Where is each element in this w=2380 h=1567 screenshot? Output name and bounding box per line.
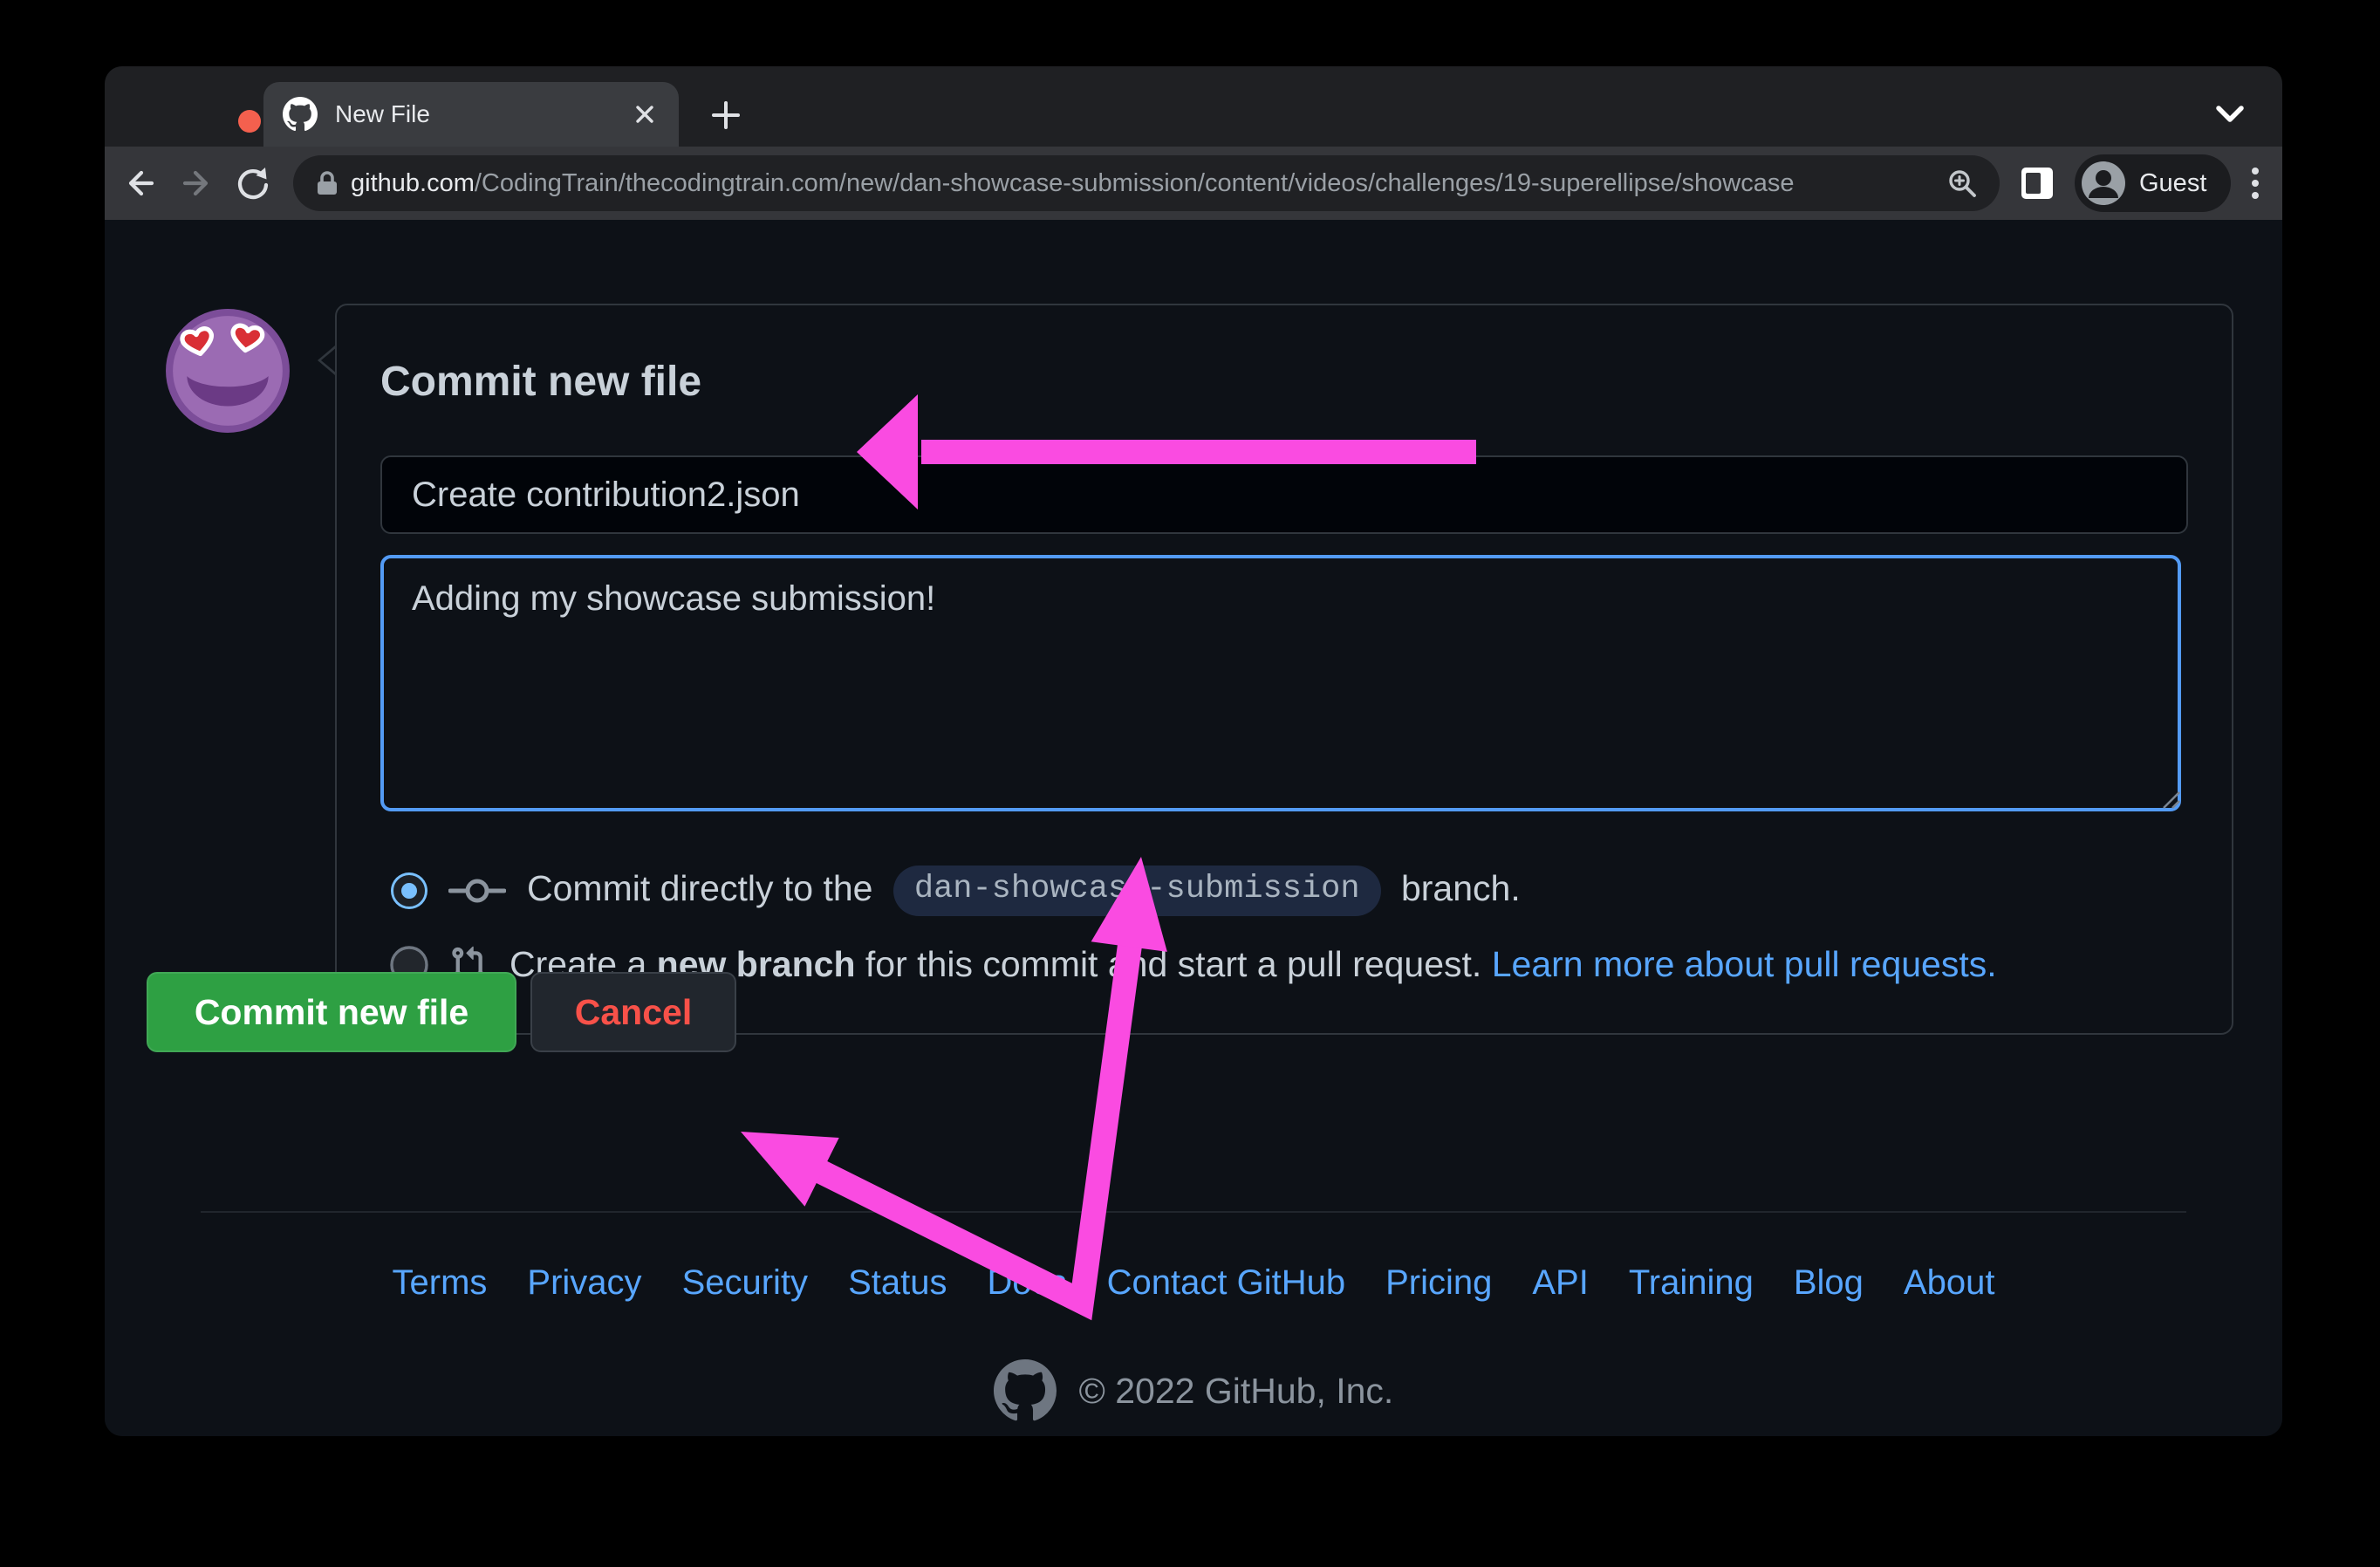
git-commit-icon xyxy=(448,879,506,903)
commit-description-textarea[interactable]: Adding my showcase submission! xyxy=(380,555,2181,811)
lock-icon[interactable] xyxy=(316,170,339,196)
page-title: Commit new file xyxy=(380,359,702,405)
github-logo-icon xyxy=(993,1359,1057,1421)
footer-links: Terms Privacy Security Status Docs Conta… xyxy=(105,1263,2282,1303)
browser-toolbar: github.com/CodingTrain/thecodingtrain.co… xyxy=(105,147,2282,220)
profile-button[interactable]: Guest xyxy=(2075,154,2232,212)
footer-link-status[interactable]: Status xyxy=(848,1263,947,1303)
footer-link-api[interactable]: API xyxy=(1532,1263,1588,1303)
footer-link-security[interactable]: Security xyxy=(682,1263,809,1303)
profile-label: Guest xyxy=(2139,168,2207,197)
url-text: github.com/CodingTrain/thecodingtrain.co… xyxy=(351,169,1947,198)
browser-window: New File github.com/CodingTrain/thecodin… xyxy=(105,66,2282,1436)
tab-close-icon[interactable] xyxy=(632,101,658,127)
footer-link-blog[interactable]: Blog xyxy=(1794,1263,1864,1303)
footer-divider xyxy=(201,1211,2186,1213)
footer-link-terms[interactable]: Terms xyxy=(393,1263,488,1303)
tab-title: New File xyxy=(335,100,430,127)
url-path: /CodingTrain/thecodingtrain.com/new/dan-… xyxy=(474,168,1795,197)
github-mark-icon xyxy=(283,97,318,132)
footer-link-contact[interactable]: Contact GitHub xyxy=(1107,1263,1345,1303)
commit-new-file-button[interactable]: Commit new file xyxy=(147,972,516,1052)
forward-icon[interactable] xyxy=(178,164,216,202)
commit-card: Commit new file Adding my showcase submi… xyxy=(335,304,2233,1035)
user-avatar-heart-eyes[interactable] xyxy=(164,307,291,435)
radio-direct-label[interactable]: Commit directly to the dan-showcase-subm… xyxy=(527,866,1521,916)
guest-avatar-icon xyxy=(2082,161,2125,205)
tab-strip: New File xyxy=(105,66,2282,147)
radio-selected-icon[interactable] xyxy=(389,871,429,911)
reload-icon[interactable] xyxy=(234,164,272,202)
github-page: Commit new file Adding my showcase submi… xyxy=(105,220,2282,1436)
browser-menu-icon[interactable] xyxy=(2248,164,2262,202)
learn-more-link[interactable]: Learn more about pull requests. xyxy=(1492,944,1997,984)
back-icon[interactable] xyxy=(120,164,159,202)
footer-link-privacy[interactable]: Privacy xyxy=(527,1263,641,1303)
branch-name-badge: dan-showcase-submission xyxy=(892,866,1381,916)
radio-direct-prefix: Commit directly to the xyxy=(527,867,873,908)
zoom-magnifier-icon[interactable] xyxy=(1947,168,1977,198)
radio-direct-suffix: branch. xyxy=(1400,867,1521,908)
new-tab-button[interactable] xyxy=(708,98,743,133)
commit-description-wrap: Adding my showcase submission! xyxy=(380,555,2188,818)
resize-grip-icon[interactable] xyxy=(2158,787,2181,810)
footer-link-docs[interactable]: Docs xyxy=(987,1263,1066,1303)
url-domain: github.com xyxy=(351,168,475,197)
macos-close-button[interactable] xyxy=(238,110,261,133)
radio-row-commit-direct: Commit directly to the dan-showcase-subm… xyxy=(389,866,1521,916)
footer-bottom: © 2022 GitHub, Inc. xyxy=(105,1359,2282,1422)
cancel-button[interactable]: Cancel xyxy=(530,972,736,1052)
footer-link-about[interactable]: About xyxy=(1904,1263,1995,1303)
url-bar[interactable]: github.com/CodingTrain/thecodingtrain.co… xyxy=(293,155,2000,211)
commit-message-input[interactable] xyxy=(380,455,2188,534)
side-panel-icon[interactable] xyxy=(2019,165,2055,202)
footer-link-training[interactable]: Training xyxy=(1629,1263,1754,1303)
footer-link-pricing[interactable]: Pricing xyxy=(1385,1263,1492,1303)
tab-new-file[interactable]: New File xyxy=(263,82,679,147)
radio-branch-mid: for this commit and start a pull request… xyxy=(865,944,1482,984)
chevron-down-icon[interactable] xyxy=(2214,101,2246,126)
copyright-text: © 2022 GitHub, Inc. xyxy=(1078,1370,1394,1411)
